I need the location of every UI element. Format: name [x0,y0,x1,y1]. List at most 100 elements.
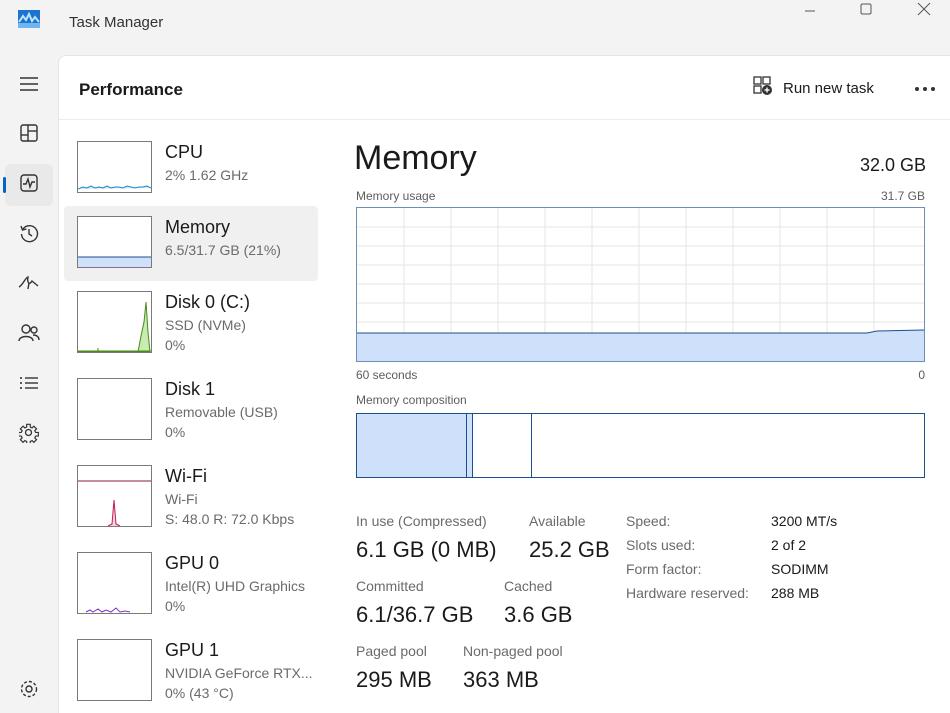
app-history-icon [19,223,39,248]
memory-total: 32.0 GB [859,155,926,175]
window-title: Task Manager [69,14,164,31]
page-title: Performance [79,80,183,99]
disk-1-mini-graph [77,378,152,440]
resource-detail: Intel(R) UHD Graphics [165,578,306,594]
non-paged-pool-value: 363 MB [463,667,539,692]
resource-detail: SSD (NVMe) [165,317,246,333]
resource-name: Disk 0 (C:) [165,292,250,312]
resource-name: Disk 1 [165,379,216,399]
nav-services[interactable] [5,414,53,456]
speed-value: 3200 MT/s [771,513,838,529]
startup-apps-icon [18,275,40,296]
resource-item-wifi[interactable]: Wi-Fi Wi-Fi S: 48.0 R: 72.0 Kbps [64,455,318,530]
run-new-task-icon [753,76,773,100]
memory-title: Memory [354,139,477,177]
committed-label: Committed [356,578,424,594]
navigation-rail [0,52,58,713]
run-new-task-button[interactable]: Run new task [753,74,874,102]
resource-name: CPU [165,142,204,162]
composition-standby [473,414,532,477]
resource-usage: 0% [165,424,186,440]
cpu-mini-graph [77,141,152,193]
resource-name: GPU 1 [165,640,220,660]
resource-item-gpu-0[interactable]: GPU 0 Intel(R) UHD Graphics 0% [64,542,318,617]
performance-icon [20,173,38,197]
more-options-icon [914,79,936,97]
processes-icon [20,123,38,147]
cached-label: Cached [504,578,553,594]
resource-detail: 2% 1.62 GHz [165,167,249,183]
performance-page: Performance Run new task CPU 2% 1.62 GHz… [58,55,950,713]
resource-name: GPU 0 [165,553,220,573]
settings-icon [19,679,39,704]
resource-usage: S: 48.0 R: 72.0 Kbps [165,511,295,527]
resource-item-disk-0[interactable]: Disk 0 (C:) SSD (NVMe) 0% [64,281,318,356]
memory-usage-max: 31.7 GB [880,189,925,203]
graph-time-right: 0 [918,368,925,382]
header-divider [59,119,950,120]
resource-item-memory[interactable]: Memory 6.5/31.7 GB (21%) [64,206,318,281]
non-paged-pool-label: Non-paged pool [463,643,563,659]
minimize-button[interactable] [787,0,833,22]
nav-menu-toggle[interactable] [5,65,53,107]
graph-time-left: 60 seconds [356,368,418,382]
disk-0-mini-graph [77,291,152,353]
available-value: 25.2 GB [529,537,610,562]
resource-item-cpu[interactable]: CPU 2% 1.62 GHz [64,131,318,206]
available-label: Available [529,513,586,529]
speed-label: Speed: [626,513,671,529]
slots-used-value: 2 of 2 [771,537,807,553]
slots-used-label: Slots used: [626,537,696,553]
memory-usage-label: Memory usage [356,189,436,203]
memory-usage-graph [356,207,925,362]
resource-item-gpu-1[interactable]: GPU 1 NVIDIA GeForce RTX... 0% (43 °C) [64,629,318,704]
resource-detail: Removable (USB) [165,404,278,420]
more-options-button[interactable] [909,74,941,102]
resource-usage: 0% [165,598,186,614]
paged-pool-value: 295 MB [356,667,432,692]
paged-pool-label: Paged pool [356,643,427,659]
nav-performance[interactable] [3,164,53,206]
close-button[interactable] [901,0,947,22]
committed-value: 6.1/36.7 GB [356,602,474,627]
maximize-icon [860,2,872,21]
form-factor-value: SODIMM [771,561,829,577]
wifi-mini-graph [77,465,152,527]
resource-detail: NVIDIA GeForce RTX... [165,665,313,681]
composition-in-use [357,414,467,477]
run-new-task-label: Run new task [783,79,874,97]
resource-detail: 6.5/31.7 GB (21%) [165,242,281,258]
nav-details[interactable] [5,364,53,406]
services-icon [17,423,39,448]
in-use-label: In use (Compressed) [356,513,487,529]
cached-value: 3.6 GB [504,602,573,627]
details-icon [19,376,39,395]
memory-composition-label: Memory composition [356,393,467,407]
hardware-reserved-value: 288 MB [771,585,820,601]
hardware-reserved-label: Hardware reserved: [626,585,749,601]
gpu-0-mini-graph [77,552,152,614]
memory-mini-graph [77,216,152,268]
resource-name: Memory [165,217,231,237]
in-use-value: 6.1 GB (0 MB) [356,537,497,562]
nav-app-history[interactable] [5,214,53,256]
resource-usage: 0% [165,337,186,353]
users-icon [18,323,40,348]
resource-usage: 0% (43 °C) [165,685,234,701]
resource-item-disk-1[interactable]: Disk 1 Removable (USB) 0% [64,368,318,443]
close-icon [917,2,931,21]
title-bar: Task Manager [0,0,950,52]
nav-processes[interactable] [5,114,53,156]
gpu-1-mini-graph [77,639,152,701]
hamburger-menu-icon [19,76,39,97]
form-factor-label: Form factor: [626,561,702,577]
memory-composition-bar [356,413,925,478]
task-manager-app-icon [18,10,40,28]
resource-detail: Wi-Fi [165,491,198,507]
maximize-button[interactable] [843,0,889,22]
nav-startup-apps[interactable] [5,264,53,306]
resource-name: Wi-Fi [165,466,207,486]
minimize-icon [804,2,816,20]
nav-users[interactable] [5,314,53,356]
nav-settings[interactable] [5,670,53,712]
